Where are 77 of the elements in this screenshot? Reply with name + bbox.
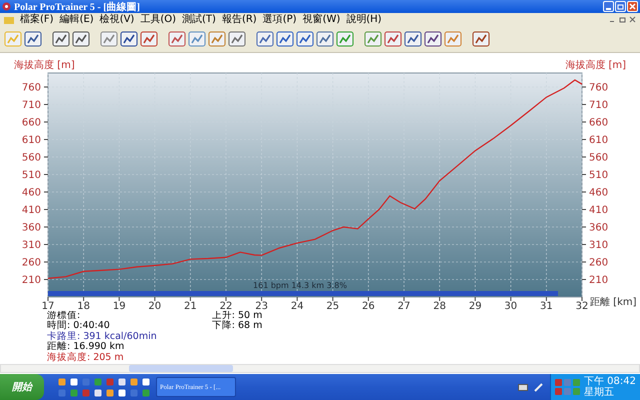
y-tick-label: 310 bbox=[22, 240, 41, 251]
y-tick-label: 710 bbox=[589, 100, 608, 111]
menu-item[interactable]: 測試(T) bbox=[182, 14, 216, 26]
x-tick-label: 19 bbox=[112, 301, 126, 311]
info-text: 下降: 68 m bbox=[212, 321, 262, 332]
x-tick-label: 20 bbox=[148, 301, 162, 311]
menu-item[interactable]: 工具(O) bbox=[140, 14, 176, 26]
y-tick-label: 710 bbox=[22, 100, 41, 111]
x-tick-label: 21 bbox=[184, 301, 197, 311]
y-axis-title: 海拔高度 [m] bbox=[14, 60, 75, 71]
y-tick-label: 210 bbox=[589, 275, 608, 286]
menu-item[interactable]: 編輯(E) bbox=[60, 14, 94, 26]
menu-item[interactable]: 檢視(V) bbox=[100, 14, 134, 26]
y-tick-label: 510 bbox=[589, 170, 608, 181]
close-button[interactable] bbox=[627, 1, 638, 12]
x-tick-label: 32 bbox=[576, 301, 588, 311]
menu-item[interactable]: 選項(P) bbox=[262, 14, 297, 26]
menu-item[interactable]: 檔案(F) bbox=[20, 14, 54, 26]
app-icon bbox=[2, 2, 11, 11]
x-axis-title: 距離 [km] bbox=[590, 297, 637, 308]
y-tick-label: 260 bbox=[589, 258, 608, 268]
y-tick-label: 610 bbox=[22, 135, 41, 146]
y-tick-label: 660 bbox=[589, 118, 608, 128]
y-tick-label: 360 bbox=[589, 222, 608, 234]
y-tick-label: 360 bbox=[22, 222, 41, 234]
line-chart-icon[interactable] bbox=[168, 30, 186, 48]
y-tick-label: 660 bbox=[22, 118, 41, 128]
x-tick-label: 29 bbox=[468, 301, 482, 311]
info-text: 時間: 0:40:40 bbox=[47, 321, 111, 332]
info-text: 距離: 16.990 km bbox=[47, 342, 126, 352]
keyboard-icon[interactable] bbox=[518, 383, 528, 391]
start-button[interactable]: 開始 bbox=[0, 374, 44, 400]
chart-icon[interactable] bbox=[364, 30, 382, 48]
y-tick-label: 560 bbox=[22, 152, 41, 164]
y-tick-label: 310 bbox=[589, 240, 608, 251]
chart-icon[interactable] bbox=[384, 30, 402, 48]
y-tick-label: 460 bbox=[589, 188, 608, 198]
x-tick-label: 25 bbox=[326, 301, 340, 311]
x-tick-label: 30 bbox=[504, 301, 518, 311]
y-tick-label: 510 bbox=[22, 170, 41, 181]
info-text: 卡路里: 391 kcal/60min bbox=[47, 332, 157, 342]
x-tick-label: 23 bbox=[255, 301, 268, 311]
menu-item[interactable]: 視窗(W) bbox=[302, 14, 340, 26]
chart-icon[interactable] bbox=[424, 30, 442, 48]
clock-day: 星期五 bbox=[584, 387, 636, 398]
cursor-values-heading: 游標值: bbox=[47, 311, 82, 321]
y-tick-label: 560 bbox=[589, 152, 608, 164]
y-tick-label: 760 bbox=[589, 82, 608, 94]
close-icon[interactable] bbox=[629, 16, 636, 23]
horizontal-scrollbar[interactable] bbox=[0, 364, 640, 373]
y-tick-label: 460 bbox=[22, 188, 41, 198]
y-axis-title: 海拔高度 [m] bbox=[565, 60, 626, 71]
window-title: Polar ProTrainer 5 - [曲線圖] bbox=[14, 0, 140, 14]
clock-time: 下午 08:42 bbox=[584, 376, 636, 387]
band-label: 161 bpm 14.3 km 3.8% bbox=[253, 281, 347, 290]
info-text: 海拔高度: 205 m bbox=[47, 352, 125, 364]
x-tick-label: 26 bbox=[362, 301, 375, 311]
pen-icon[interactable] bbox=[534, 382, 544, 392]
restore-button[interactable] bbox=[615, 1, 626, 12]
x-tick-label: 18 bbox=[77, 301, 90, 311]
minimize-button[interactable] bbox=[603, 1, 614, 12]
close-icon bbox=[629, 3, 636, 10]
y-tick-label: 410 bbox=[589, 205, 608, 216]
chart-icon[interactable] bbox=[404, 30, 422, 48]
y-tick-label: 760 bbox=[22, 82, 41, 94]
menu-item[interactable]: 說明(H) bbox=[346, 14, 382, 26]
y-tick-label: 610 bbox=[589, 135, 608, 146]
y-tick-label: 260 bbox=[22, 258, 41, 268]
x-tick-label: 22 bbox=[220, 301, 232, 311]
x-tick-label: 28 bbox=[433, 301, 446, 311]
y-tick-label: 410 bbox=[22, 205, 41, 216]
x-tick-label: 17 bbox=[42, 301, 54, 311]
x-tick-label: 27 bbox=[398, 301, 410, 311]
x-tick-label: 31 bbox=[540, 301, 553, 311]
x-tick-label: 24 bbox=[290, 301, 304, 311]
y-tick-label: 210 bbox=[22, 275, 41, 286]
menu-item[interactable]: 報告(R) bbox=[222, 14, 257, 26]
